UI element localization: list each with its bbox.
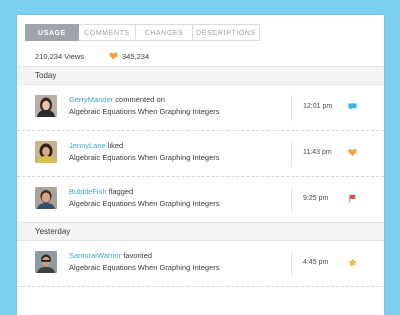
user-link[interactable]: GerryMander [69,95,113,104]
activity-text: SamuraiWarrior favorited [69,251,152,260]
activity-target[interactable]: Algebraic Equations When Graphing Intege… [69,153,220,162]
activity-row[interactable]: JennyLane liked Algebraic Equations When… [17,131,384,177]
favorites-stat: 345,234 [109,52,149,61]
activity-time: 11:43 pm [303,149,332,156]
tab-comments[interactable]: Comments [79,24,136,41]
tab-bar: Usage Comments Changes Descriptions [25,24,260,41]
section-header-today: Today [17,66,384,85]
user-link[interactable]: SamuraiWarrior [69,251,121,260]
tab-changes[interactable]: Changes [136,24,193,41]
activity-row[interactable]: GerryMander commented on Algebraic Equat… [17,85,384,131]
divider [291,187,292,213]
usage-stats: 210,234 Views 345,234 [17,49,384,65]
activity-panel: Usage Comments Changes Descriptions 210,… [17,15,384,315]
comment-icon [348,103,357,111]
activity-time: 9:25 pm [303,195,329,202]
divider [291,95,292,121]
divider [291,141,292,167]
activity-time: 4:45 pm [303,259,329,266]
activity-action: flagged [108,187,134,196]
user-photo [35,141,57,163]
divider [291,251,292,277]
views-label: Views [64,52,85,61]
activity-row[interactable]: SamuraiWarrior favorited Algebraic Equat… [17,241,384,287]
activity-action: favorited [123,251,153,260]
flag-icon [349,194,356,203]
views-stat: 210,234 Views [35,52,84,61]
avatar[interactable] [35,187,57,209]
activity-target[interactable]: Algebraic Equations When Graphing Intege… [69,199,220,208]
activity-action: liked [107,141,124,150]
tab-usage[interactable]: Usage [25,24,79,41]
activity-action: commented on [115,95,165,104]
user-link[interactable]: JennyLane [69,141,106,150]
avatar[interactable] [35,95,57,117]
user-photo [35,95,57,117]
star-icon [348,258,357,267]
section-header-yesterday: Yesterday [17,222,384,241]
activity-time: 12:01 pm [303,103,333,110]
activity-target[interactable]: Algebraic Equations When Graphing Intege… [69,263,220,272]
activity-target[interactable]: Algebraic Equations When Graphing Intege… [69,107,220,116]
heart-icon [109,52,118,60]
user-photo [35,187,57,209]
activity-text: JennyLane liked [69,141,123,150]
user-link[interactable]: BubbleFish [69,187,107,196]
user-photo [35,251,57,273]
avatar[interactable] [35,141,57,163]
activity-text: GerryMander commented on [69,95,165,104]
avatar[interactable] [35,251,57,273]
tab-descriptions[interactable]: Descriptions [193,24,260,41]
favorites-count: 345,234 [122,52,150,61]
heart-icon [348,148,357,157]
views-count: 210,234 [35,52,63,61]
activity-text: BubbleFish flagged [69,187,133,196]
activity-row[interactable]: BubbleFish flagged Algebraic Equations W… [17,177,384,223]
